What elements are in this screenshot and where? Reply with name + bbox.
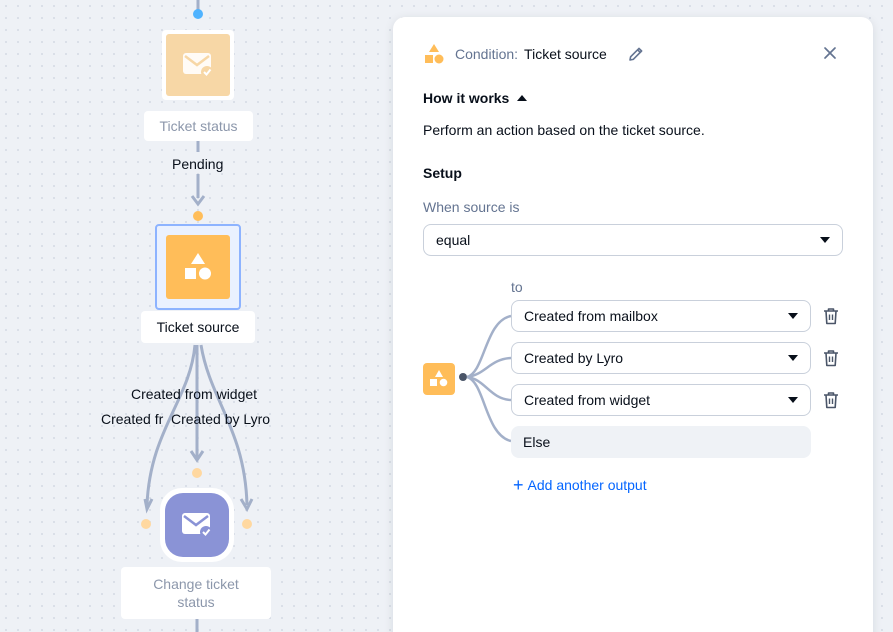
output-select-value: Created from mailbox — [524, 308, 658, 324]
chevron-down-icon — [788, 355, 798, 361]
branch-connectors — [459, 314, 512, 443]
output-select-widget[interactable]: Created from widget — [511, 384, 811, 416]
change-status-node[interactable] — [160, 488, 234, 562]
connector-dot — [141, 519, 151, 529]
operator-select[interactable]: equal — [423, 224, 843, 256]
condition-panel: Condition: Ticket source How it works Pe… — [393, 17, 873, 632]
title-prefix: Condition: — [455, 46, 519, 62]
trash-icon[interactable] — [823, 349, 839, 367]
panel-title: Ticket source — [524, 46, 607, 62]
trash-icon[interactable] — [823, 307, 839, 325]
output-select-value: Created from widget — [524, 392, 651, 408]
chevron-down-icon — [820, 237, 830, 243]
mail-check-icon — [182, 513, 212, 538]
ticket-source-node-body — [166, 235, 230, 299]
shapes-icon — [425, 44, 444, 64]
operator-select-value: equal — [436, 232, 471, 248]
when-source-label: When source is — [423, 199, 520, 215]
pencil-icon[interactable] — [627, 45, 645, 63]
change-status-node-body — [165, 493, 229, 557]
how-it-works-label: How it works — [423, 90, 510, 106]
panel-header: Condition: Ticket source — [423, 43, 645, 65]
chevron-down-icon — [788, 397, 798, 403]
output-select-value: Created by Lyro — [524, 350, 624, 366]
else-output: Else — [511, 426, 811, 458]
connector-dot — [193, 211, 203, 221]
ticket-status-node-body — [166, 34, 230, 96]
output-select-lyro[interactable]: Created by Lyro — [511, 342, 811, 374]
shapes-icon — [430, 370, 448, 387]
change-status-label: Change ticket status — [121, 567, 271, 619]
caret-up-icon — [517, 95, 528, 101]
edge-label-mailbox-truncated: Created fr — [101, 411, 164, 427]
trash-icon[interactable] — [823, 391, 839, 409]
close-icon[interactable] — [823, 46, 837, 60]
ticket-status-node[interactable] — [162, 30, 234, 100]
to-label: to — [511, 279, 523, 295]
add-output-label: Add another output — [527, 477, 647, 493]
output-select-mailbox[interactable]: Created from mailbox — [511, 300, 811, 332]
edge-label-pending: Pending — [172, 156, 224, 172]
edge-label-widget: Created from widget — [131, 386, 258, 402]
ticket-source-label: Ticket source — [141, 311, 255, 343]
plus-icon: + — [513, 475, 524, 495]
chevron-down-icon — [788, 313, 798, 319]
ticket-status-label: Ticket status — [144, 111, 253, 141]
else-label: Else — [523, 434, 551, 450]
connector-dot — [192, 468, 202, 478]
add-output-button[interactable]: + Add another output — [513, 475, 647, 495]
edge-label-lyro: Created by Lyro — [171, 411, 271, 427]
mail-check-icon — [183, 53, 213, 78]
panel-description: Perform an action based on the ticket so… — [423, 122, 705, 138]
shapes-icon — [185, 253, 211, 280]
how-it-works-toggle[interactable]: How it works — [423, 90, 528, 106]
connector-dot — [242, 519, 252, 529]
ticket-source-node[interactable] — [155, 224, 241, 310]
condition-node-mini — [423, 363, 455, 395]
setup-heading: Setup — [423, 165, 462, 181]
